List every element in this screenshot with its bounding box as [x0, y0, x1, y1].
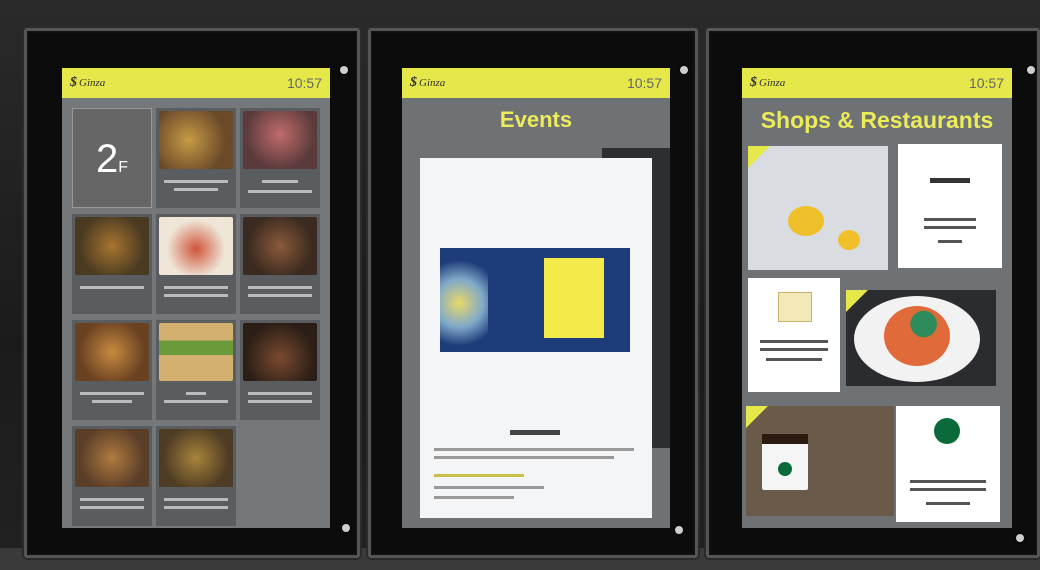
restaurant-tile[interactable]	[240, 214, 320, 314]
brand-logo: $ Ginza	[70, 75, 106, 90]
floor-badge	[748, 146, 770, 168]
restaurant-tile[interactable]	[72, 426, 152, 526]
screw	[1016, 534, 1024, 542]
restaurant-tile[interactable]	[156, 320, 236, 420]
restaurant-tile[interactable]	[240, 108, 320, 208]
shops-screen: $ Ginza 10:57 Shops & Restaurants	[742, 68, 1012, 528]
events-heading: Events	[499, 107, 573, 132]
shop-info-card[interactable]	[748, 278, 840, 392]
screw	[340, 66, 348, 74]
shop-info-card[interactable]	[898, 144, 1002, 268]
floor-badge	[846, 290, 868, 312]
clock: 10:57	[626, 75, 662, 91]
screw	[680, 66, 688, 74]
top-bar: $ Ginza 10:57	[62, 68, 330, 98]
shop-photo[interactable]	[846, 290, 996, 386]
event-poster[interactable]	[420, 158, 652, 518]
restaurant-tile[interactable]	[72, 320, 152, 420]
brand-logo: $ Ginza	[410, 75, 446, 90]
restaurant-tile[interactable]	[240, 320, 320, 420]
floor-number: 2F	[72, 108, 152, 208]
shop-info-card[interactable]	[896, 406, 1000, 522]
restaurant-tile[interactable]	[156, 108, 236, 208]
poster-artwork	[440, 248, 630, 352]
restaurant-tile[interactable]	[72, 214, 152, 314]
clock: 10:57	[968, 75, 1004, 91]
top-bar: $ Ginza 10:57	[742, 68, 1012, 98]
clock: 10:57	[286, 75, 322, 91]
screw	[342, 524, 350, 532]
floor-guide-screen: $ Ginza 10:57 2F	[62, 68, 330, 528]
shop-photo[interactable]	[746, 406, 894, 516]
top-bar: $ Ginza 10:57	[402, 68, 670, 98]
floor-badge	[746, 406, 768, 428]
screw	[1027, 66, 1035, 74]
shops-heading: Shops & Restaurants	[760, 107, 994, 133]
events-screen: $ Ginza 10:57 Events	[402, 68, 670, 528]
screw	[675, 526, 683, 534]
coffee-logo-icon	[934, 418, 960, 444]
brand-logo: $ Ginza	[750, 75, 786, 90]
restaurant-tile[interactable]	[156, 426, 236, 526]
restaurant-tile[interactable]	[156, 214, 236, 314]
